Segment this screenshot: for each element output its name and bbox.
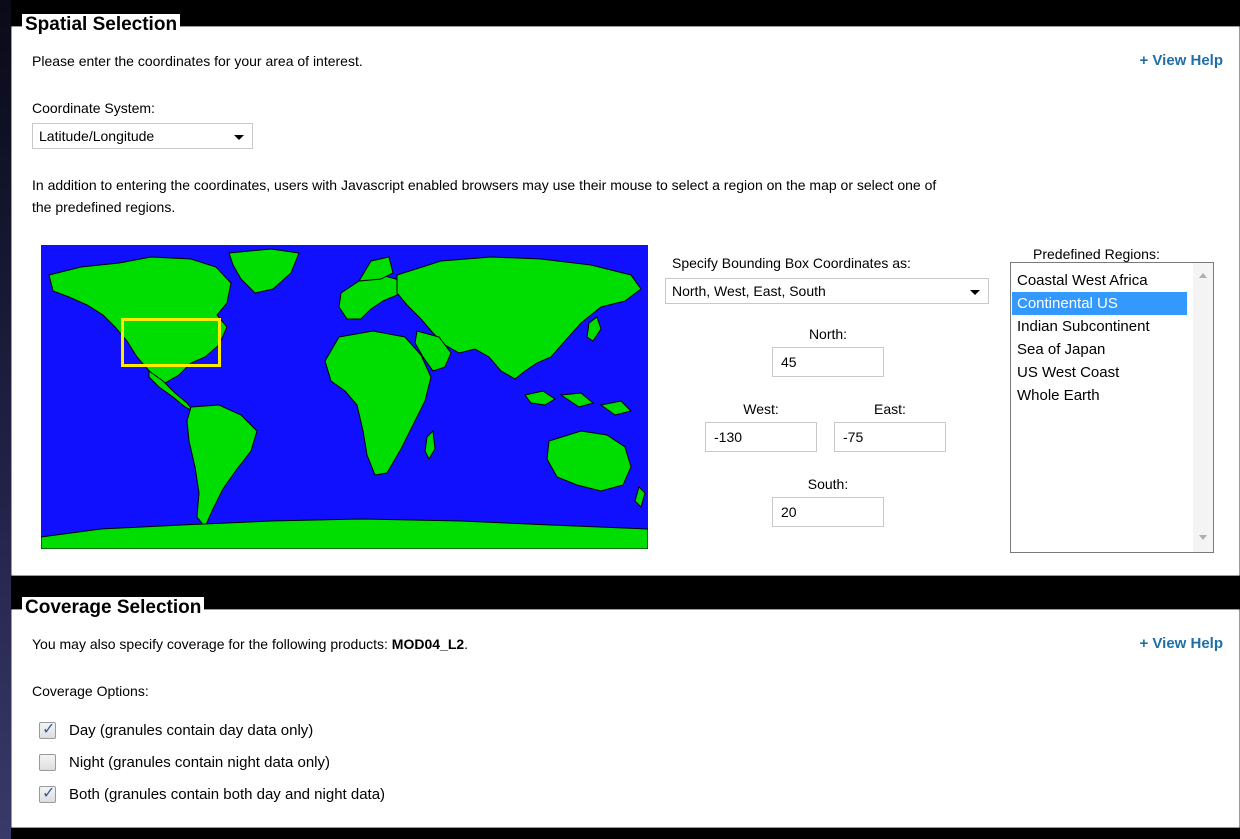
west-input[interactable]: -130 [705,422,817,452]
checkmark-icon: ✓ [42,721,56,738]
region-option[interactable]: Coastal West Africa [1012,269,1187,292]
window-edge [0,0,11,839]
region-option[interactable]: Whole Earth [1012,384,1187,407]
scroll-down-icon[interactable] [1199,535,1207,540]
night-option-label: Night (granules contain night data only) [69,754,330,771]
world-map-graphic [41,245,648,549]
east-label: East: [874,401,906,417]
coverage-selection-legend: Coverage Selection [22,597,205,619]
night-checkbox[interactable] [39,754,56,771]
region-option[interactable]: Indian Subcontinent [1012,315,1187,338]
north-input[interactable]: 45 [772,347,884,377]
regions-scrollbar[interactable] [1193,263,1213,552]
spatial-selection-legend: Spatial Selection [22,14,181,36]
region-option[interactable]: Sea of Japan [1012,338,1187,361]
bbox-format-select[interactable]: North, West, East, South [665,278,989,304]
chevron-down-icon [970,290,980,295]
spatial-intro-text: Please enter the coordinates for your ar… [32,53,363,69]
both-option-label: Both (granules contain both day and nigh… [69,786,386,803]
day-checkbox[interactable]: ✓ [39,721,56,739]
region-option-selected[interactable]: Continental US [1012,292,1187,315]
coordinate-system-select[interactable]: Latitude/Longitude [32,123,253,149]
south-input[interactable]: 20 [772,497,884,527]
description-line-1: In addition to entering the coordinates,… [32,177,937,193]
predefined-regions-label: Predefined Regions: [1033,246,1160,262]
coverage-selection-panel: Coverage Selection You may also specify … [11,597,1240,828]
bbox-format-label: Specify Bounding Box Coordinates as: [672,255,911,271]
day-option-label: Day (granules contain day data only) [69,722,314,739]
coordinate-system-label: Coordinate System: [32,100,155,116]
selection-bounding-box[interactable] [121,318,221,367]
south-label: South: [807,476,849,492]
spatial-selection-panel: Spatial Selection Please enter the coord… [11,14,1240,576]
description-line-2: the predefined regions. [32,199,176,215]
east-input[interactable]: -75 [834,422,946,452]
world-map[interactable] [41,245,648,549]
spatial-view-help-link[interactable]: + View Help [1139,52,1223,69]
region-option[interactable]: US West Coast [1012,361,1187,384]
chevron-down-icon [234,135,244,140]
product-name: MOD04_L2 [391,636,465,652]
coverage-options-label: Coverage Options: [32,683,149,699]
west-label: West: [743,401,779,417]
coverage-intro-text: You may also specify coverage for the fo… [32,636,469,652]
predefined-regions-list[interactable]: Coastal West Africa Continental US India… [1010,262,1214,553]
scroll-up-icon[interactable] [1199,273,1207,278]
checkmark-icon: ✓ [42,785,56,802]
coverage-view-help-link[interactable]: + View Help [1139,635,1223,652]
north-label: North: [808,326,848,342]
both-checkbox[interactable]: ✓ [39,785,56,803]
